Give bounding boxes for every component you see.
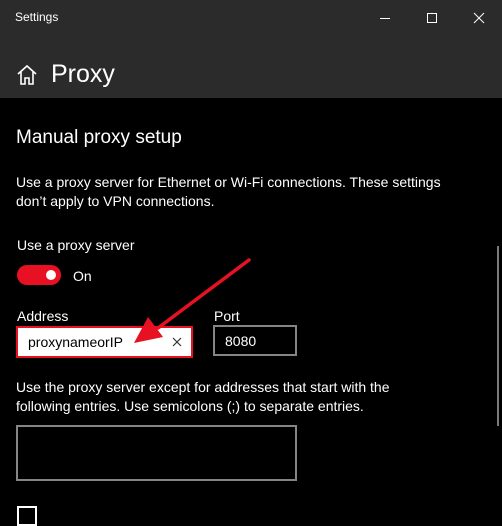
- port-label: Port: [214, 308, 240, 324]
- minimize-icon: [380, 18, 390, 19]
- maximize-button[interactable]: [409, 0, 455, 36]
- close-icon: [473, 12, 485, 24]
- window-title: Settings: [15, 10, 59, 24]
- minimize-button[interactable]: [362, 0, 408, 36]
- section-description-line: don’t apply to VPN connections.: [16, 193, 215, 209]
- section-title: Manual proxy setup: [16, 127, 182, 148]
- exceptions-description: Use the proxy server except for addresse…: [16, 378, 476, 416]
- scrollbar-thumb[interactable]: [497, 246, 499, 426]
- port-value: 8080: [225, 332, 257, 349]
- exceptions-description-line: following entries. Use semicolons (;) to…: [16, 398, 364, 414]
- maximize-icon: [427, 13, 437, 23]
- page-title: Proxy: [51, 60, 115, 88]
- address-value: proxynameorIP: [28, 334, 123, 350]
- use-proxy-toggle[interactable]: [17, 265, 61, 285]
- close-button[interactable]: [456, 0, 502, 36]
- home-icon[interactable]: [16, 64, 38, 86]
- toggle-knob: [46, 270, 56, 280]
- title-bar: Settings: [0, 0, 502, 36]
- exceptions-input[interactable]: [16, 425, 297, 481]
- port-input[interactable]: 8080: [213, 325, 297, 356]
- section-description: Use a proxy server for Ethernet or Wi-Fi…: [16, 173, 476, 211]
- clear-icon[interactable]: [171, 336, 183, 348]
- toggle-state-label: On: [73, 268, 92, 284]
- address-label: Address: [17, 308, 69, 324]
- bypass-local-checkbox[interactable]: [17, 506, 37, 526]
- address-input[interactable]: proxynameorIP: [16, 326, 193, 358]
- section-description-line: Use a proxy server for Ethernet or Wi-Fi…: [16, 174, 441, 190]
- use-proxy-label: Use a proxy server: [17, 237, 135, 253]
- exceptions-description-line: Use the proxy server except for addresse…: [16, 379, 390, 395]
